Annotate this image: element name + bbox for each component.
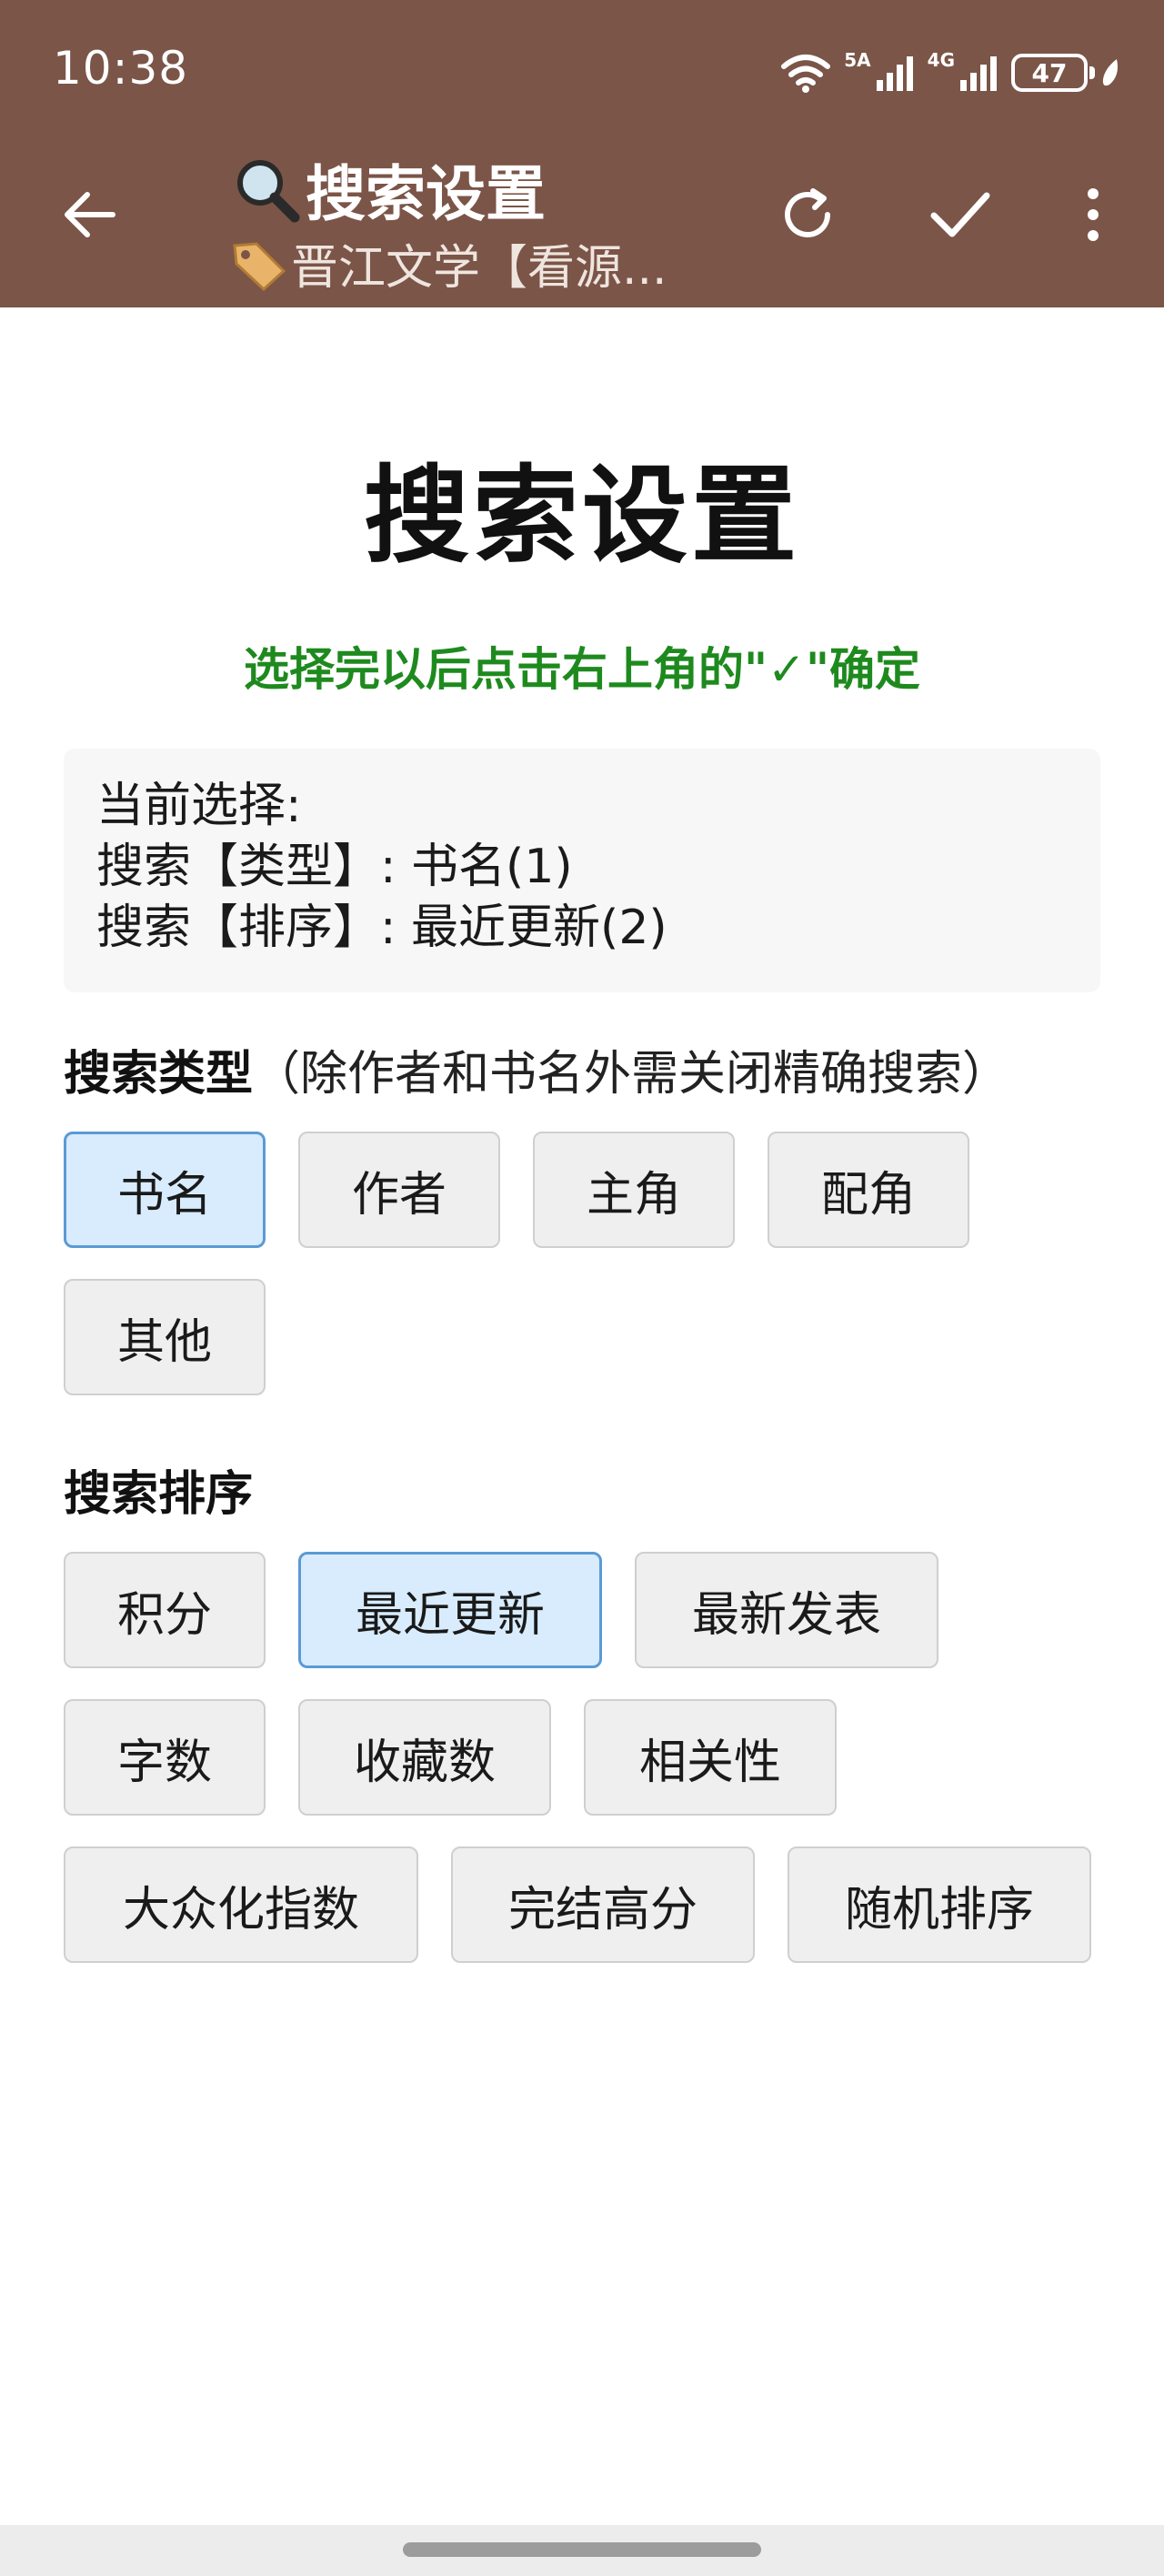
sort-option-recently-updated[interactable]: 最近更新 bbox=[298, 1552, 602, 1668]
wifi-icon bbox=[781, 55, 831, 93]
refresh-icon bbox=[785, 188, 830, 237]
current-type-line: 搜索【类型】: 书名(1) bbox=[96, 840, 573, 894]
confirm-button[interactable] bbox=[924, 178, 997, 251]
sort-option-relevance[interactable]: 相关性 bbox=[584, 1699, 837, 1816]
refresh-button[interactable] bbox=[771, 178, 844, 251]
current-selection-box: 当前选择: 搜索【类型】: 书名(1) 搜索【排序】: 最近更新(2) bbox=[64, 749, 1100, 992]
check-icon bbox=[930, 192, 990, 237]
sort-option-favorites[interactable]: 收藏数 bbox=[298, 1699, 551, 1816]
type-option-book-title[interactable]: 书名 bbox=[64, 1132, 266, 1248]
toolbar-subtitle-text: 晋江文学【看源... bbox=[291, 241, 667, 296]
type-option-other[interactable]: 其他 bbox=[64, 1279, 266, 1395]
sort-option-points[interactable]: 积分 bbox=[64, 1552, 266, 1668]
page-heading: 搜索设置 bbox=[364, 455, 800, 578]
status-time: 10:38 bbox=[53, 42, 189, 95]
toolbar-title: 搜索设置 bbox=[229, 146, 546, 233]
search-type-title: 搜索类型（除作者和书名外需关闭精确搜索） bbox=[64, 1035, 1009, 1103]
back-button[interactable] bbox=[56, 182, 122, 247]
arrow-left-icon bbox=[65, 192, 115, 237]
search-type-note: （除作者和书名外需关闭精确搜索） bbox=[253, 1047, 1010, 1102]
sort-option-random[interactable]: 随机排序 bbox=[788, 1846, 1091, 1963]
signal-5g-icon bbox=[876, 56, 913, 91]
status-bar: 10:38 5A 4G 47 bbox=[0, 0, 1164, 144]
status-icons: 5A 4G 47 bbox=[780, 47, 1120, 98]
sort-option-word-count[interactable]: 字数 bbox=[64, 1699, 266, 1816]
toolbar-subtitle: 晋江文学【看源... bbox=[229, 229, 667, 297]
search-sort-title: 搜索排序 bbox=[64, 1455, 253, 1524]
type-option-author[interactable]: 作者 bbox=[298, 1132, 500, 1248]
sort-option-newest[interactable]: 最新发表 bbox=[635, 1552, 938, 1668]
tag-icon bbox=[233, 241, 286, 291]
current-selection-label: 当前选择: bbox=[96, 779, 302, 833]
battery-level: 47 bbox=[1031, 57, 1068, 88]
type-option-protagonist[interactable]: 主角 bbox=[533, 1132, 735, 1248]
gesture-nav-bar bbox=[0, 2525, 1164, 2576]
signal-4g-icon bbox=[960, 56, 997, 91]
search-type-heading: 搜索类型 bbox=[64, 1047, 254, 1102]
toolbar-title-text: 搜索设置 bbox=[306, 159, 546, 229]
type-option-supporting-role[interactable]: 配角 bbox=[768, 1132, 969, 1248]
current-sort-line: 搜索【排序】: 最近更新(2) bbox=[96, 901, 667, 955]
magnifier-icon bbox=[237, 160, 300, 223]
more-vert-icon bbox=[1088, 188, 1099, 241]
search-sort-heading: 搜索排序 bbox=[64, 1467, 254, 1522]
app-bar: 10:38 5A 4G 47 搜索设置 晋江文学【看源... bbox=[0, 0, 1164, 307]
home-handle[interactable] bbox=[403, 2542, 761, 2557]
confirm-hint: 选择完以后点击右上角的"✓"确定 bbox=[244, 643, 920, 696]
net-5g-label: 5A bbox=[844, 49, 871, 71]
sort-option-completed-high-score[interactable]: 完结高分 bbox=[451, 1846, 755, 1963]
more-options-button[interactable] bbox=[1057, 178, 1129, 251]
leaf-icon bbox=[1102, 59, 1118, 86]
sort-option-popularity-index[interactable]: 大众化指数 bbox=[64, 1846, 418, 1963]
battery-icon: 47 bbox=[1011, 54, 1095, 92]
net-4g-label: 4G bbox=[927, 49, 955, 71]
